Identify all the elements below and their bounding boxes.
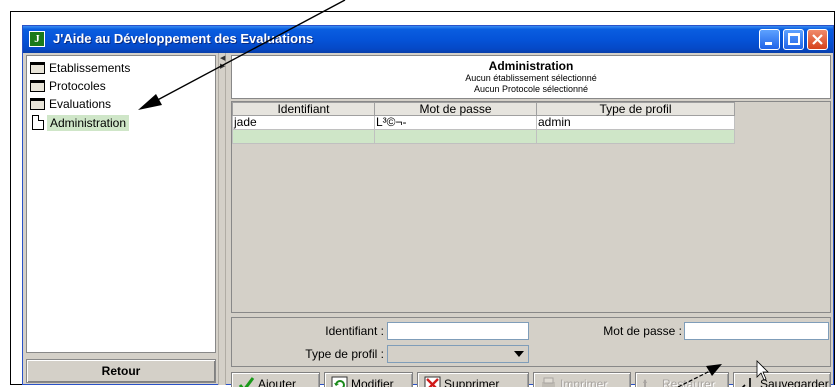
- cell-empty[interactable]: [536, 129, 735, 144]
- column-header-mot-de-passe[interactable]: Mot de passe: [374, 102, 537, 116]
- supprimer-button[interactable]: Supprimer: [417, 372, 529, 387]
- maximize-icon: [788, 33, 800, 45]
- window-title: J'Aide au Développement des Evaluations: [53, 31, 314, 46]
- save-arrow-icon: [741, 378, 751, 387]
- maximize-button[interactable]: [783, 29, 804, 50]
- panel-splitter[interactable]: ◀ ▶: [218, 53, 226, 385]
- cell-mot-de-passe[interactable]: L³©¬-: [374, 115, 537, 130]
- type-profil-select[interactable]: [387, 345, 529, 363]
- tree-item-label: Evaluations: [49, 97, 112, 111]
- table-header-row: Identifiant Mot de passe Type de profil: [232, 102, 735, 116]
- imprimer-button[interactable]: Imprimer: [533, 372, 631, 387]
- chevron-down-icon: [514, 351, 524, 357]
- users-table-area: Identifiant Mot de passe Type de profil …: [231, 101, 831, 313]
- section-title: Administration: [488, 59, 574, 73]
- folder-icon: [30, 62, 45, 74]
- collapse-left-icon[interactable]: ◀: [220, 55, 225, 63]
- restaurer-button[interactable]: Restaurer: [635, 372, 729, 387]
- checkmark-icon: [238, 377, 255, 387]
- folder-icon: [30, 80, 45, 92]
- cell-type-profil[interactable]: admin: [536, 115, 735, 130]
- minimize-icon: [765, 42, 772, 45]
- close-icon: [812, 34, 823, 45]
- delete-icon: [424, 376, 441, 387]
- identifiant-input[interactable]: [387, 322, 529, 340]
- table-row[interactable]: jade L³©¬- admin: [232, 115, 735, 130]
- column-header-type-profil[interactable]: Type de profil: [536, 102, 735, 116]
- window-content: Etablissements Protocoles Evaluations Ad…: [23, 53, 833, 387]
- expand-right-icon[interactable]: ▶: [220, 63, 225, 71]
- restaurer-label: Restaurer: [662, 377, 715, 387]
- tree-item-label: Administration: [47, 115, 130, 131]
- title-bar[interactable]: J J'Aide au Développement des Evaluation…: [23, 26, 833, 53]
- tree-item-label: Etablissements: [49, 61, 131, 75]
- edit-form: Identifiant : Mot de passe : Type de pro…: [231, 317, 831, 367]
- retour-button[interactable]: Retour: [26, 359, 216, 383]
- minimize-button[interactable]: [759, 29, 780, 50]
- document-icon: [32, 115, 44, 130]
- navigation-tree: Etablissements Protocoles Evaluations Ad…: [26, 55, 216, 353]
- identifiant-label: Identifiant :: [325, 324, 384, 338]
- etablissement-status: Aucun établissement sélectionné: [465, 73, 597, 83]
- tree-item-label: Protocoles: [49, 79, 106, 93]
- app-window: J J'Aide au Développement des Evaluation…: [22, 25, 834, 387]
- app-icon: J: [29, 31, 45, 47]
- users-table: Identifiant Mot de passe Type de profil …: [232, 102, 735, 144]
- folder-icon: [30, 98, 45, 110]
- cell-empty[interactable]: [232, 129, 375, 144]
- imprimer-label: Imprimer: [560, 377, 608, 387]
- supprimer-label: Supprimer: [444, 377, 500, 387]
- ajouter-label: Ajouter: [258, 377, 297, 387]
- section-header: Administration Aucun établissement sélec…: [231, 55, 831, 99]
- sauvegarder-label: Sauvegarder: [760, 377, 829, 387]
- column-header-identifiant[interactable]: Identifiant: [232, 102, 375, 116]
- type-profil-label: Type de profil :: [305, 347, 384, 361]
- printer-icon: [542, 377, 555, 387]
- close-button[interactable]: [807, 29, 828, 50]
- cell-empty[interactable]: [374, 129, 537, 144]
- restore-icon: [643, 379, 647, 387]
- refresh-icon: [331, 376, 348, 387]
- cell-identifiant[interactable]: jade: [232, 115, 375, 130]
- table-row-new[interactable]: [232, 129, 735, 144]
- protocole-status: Aucun Protocole sélectionné: [473, 84, 589, 94]
- mot-de-passe-label: Mot de passe :: [603, 324, 682, 338]
- ajouter-button[interactable]: Ajouter: [231, 372, 320, 387]
- action-toolbar: Ajouter Modifier Supprimer Imprimer Rest…: [231, 372, 831, 387]
- modifier-label: Modifier: [351, 377, 394, 387]
- modifier-button[interactable]: Modifier: [324, 372, 413, 387]
- sauvegarder-button[interactable]: Sauvegarder: [733, 372, 831, 387]
- mot-de-passe-input[interactable]: [684, 322, 829, 340]
